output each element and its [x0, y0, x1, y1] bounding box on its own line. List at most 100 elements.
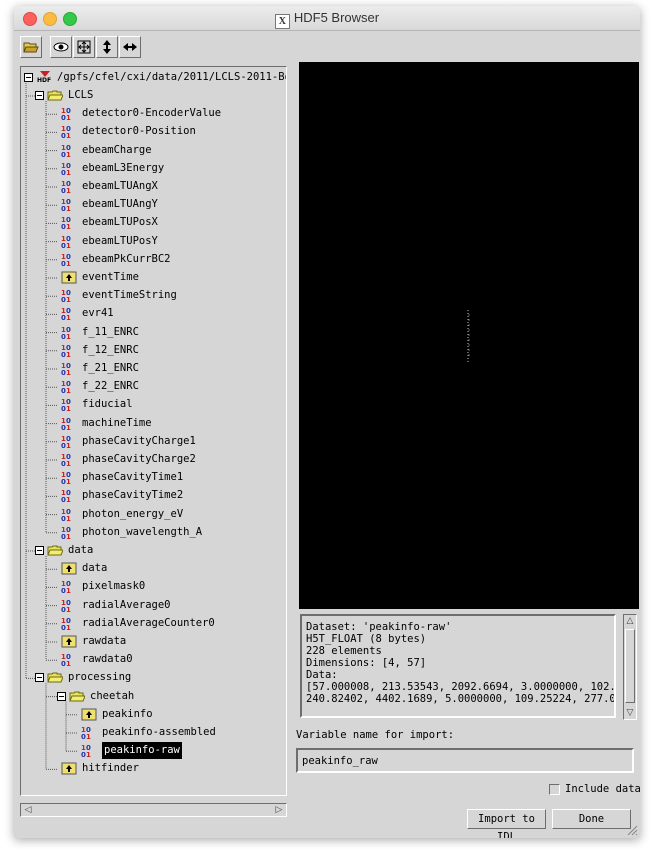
dataset-info-text: Dataset: 'peakinfo-raw' H5T_FLOAT (8 byte…	[300, 614, 616, 718]
dataset-icon: 1 00 1	[61, 198, 71, 212]
tree-node-label: ebeamCharge	[82, 143, 152, 156]
tree-node-label: phaseCavityCharge1	[82, 434, 196, 447]
svg-text:HDF: HDF	[37, 77, 51, 84]
tree-node-label: data	[82, 562, 108, 575]
dataset-icon: 1 00 1	[61, 617, 71, 631]
dataset-icon: 1 00 1	[61, 253, 71, 267]
tree-node-label: ebeamPkCurrBC2	[82, 252, 171, 265]
tree-node-label: ebeamL3Energy	[82, 161, 165, 174]
dataset-icon: 1 00 1	[61, 580, 71, 594]
open-file-button[interactable]	[20, 36, 42, 58]
tree-node-label: peakinfo-assembled	[102, 726, 216, 738]
tree-node-label: photon_wavelength_A	[82, 525, 203, 538]
include-data-label: Include data	[565, 783, 640, 795]
svg-text:1: 1	[66, 606, 71, 613]
tree-node-label: peakinfo-raw	[102, 742, 182, 760]
svg-text:1: 1	[66, 314, 71, 321]
done-button[interactable]: Done	[552, 809, 631, 829]
dataset-icon: 1 00 1	[61, 508, 71, 522]
window-title-wrap: X HDF5 Browser	[14, 10, 640, 29]
eye-icon	[53, 42, 69, 52]
open-folder-icon	[23, 42, 39, 53]
collapse-toggle-icon[interactable]	[35, 546, 45, 556]
view-button[interactable]	[50, 36, 72, 58]
svg-text:1: 1	[66, 587, 71, 594]
dataset-icon: 1 00 1	[61, 144, 71, 158]
dataset-icon: 1 00 1	[81, 726, 91, 740]
info-vertical-scrollbar[interactable]: △ ▽	[623, 614, 637, 720]
scroll-down-icon[interactable]: ▽	[625, 708, 635, 718]
resize-grip-icon[interactable]	[626, 824, 638, 836]
tree-node-label: eventTimeString	[82, 289, 177, 302]
move-vertical-button[interactable]	[96, 36, 118, 58]
dataset-icon: 1 00 1	[61, 307, 71, 321]
tree-node-label: eventTime	[82, 271, 139, 283]
svg-text:1: 1	[66, 460, 71, 467]
folder-icon	[47, 545, 63, 556]
svg-text:1: 1	[66, 333, 71, 340]
tree-node-label: f_22_ENRC	[82, 380, 139, 393]
checkbox-box[interactable]	[549, 784, 560, 795]
hdf5-browser-window: X HDF5 Browser HDF /gpfs/cfel/cxi/data/2…	[14, 6, 640, 838]
dataset-icon: 1 00 1	[61, 489, 71, 503]
collapse-toggle-icon[interactable]	[35, 673, 45, 683]
dataset-icon: 1 00 1	[61, 125, 71, 139]
tree-node-label: f_12_ENRC	[82, 343, 139, 356]
svg-text:1: 1	[66, 624, 71, 631]
svg-text:1: 1	[66, 496, 71, 503]
tree-node-label: detector0-Position	[82, 125, 196, 138]
scroll-up-icon[interactable]: △	[625, 616, 635, 626]
svg-text:1: 1	[66, 132, 71, 139]
dataset-icon: 1 00 1	[61, 107, 71, 121]
import-to-idl-button[interactable]: Import to IDL	[467, 809, 546, 838]
compound-dataset-icon	[61, 635, 77, 648]
svg-text:1: 1	[66, 151, 71, 158]
dataset-icon: 1 00 1	[61, 435, 71, 449]
scrollbar-thumb[interactable]	[625, 629, 635, 703]
dataset-icon: 1 00 1	[81, 744, 91, 758]
svg-text:1: 1	[66, 169, 71, 176]
dataset-icon: 1 00 1	[61, 344, 71, 358]
preview-plot	[467, 310, 470, 362]
tree-node-label: hitfinder	[82, 762, 139, 775]
scroll-right-icon[interactable]: ▷	[274, 805, 284, 815]
tree-node-label: ebeamLTUAngX	[82, 180, 158, 192]
tree-node-label: phaseCavityCharge2	[82, 453, 196, 465]
dataset-icon: 1 00 1	[61, 471, 71, 485]
variable-name-input[interactable]	[296, 748, 634, 773]
tree-node-label: ebeamLTUAngY	[82, 198, 158, 211]
tree-horizontal-scrollbar[interactable]: ◁ ▷	[20, 803, 287, 817]
tree-node-label: f_21_ENRC	[82, 362, 139, 374]
fit-icon	[77, 40, 91, 54]
dataset-icon: 1 00 1	[61, 180, 71, 194]
move-vertical-icon	[103, 40, 111, 54]
window-title: HDF5 Browser	[293, 10, 380, 25]
tree-node-label: rawdata0	[82, 653, 133, 666]
scroll-left-icon[interactable]: ◁	[23, 805, 33, 815]
svg-text:1: 1	[66, 369, 71, 376]
dataset-icon: 1 00 1	[61, 417, 71, 431]
dataset-icon: 1 00 1	[61, 289, 71, 303]
file-tree-panel[interactable]: HDF /gpfs/cfel/cxi/data/2011/LCLS-2011-B…	[20, 66, 287, 796]
fit-button[interactable]	[73, 36, 95, 58]
move-horizontal-button[interactable]	[119, 36, 141, 58]
tree-node-label: cheetah	[90, 689, 135, 702]
image-preview-area[interactable]	[299, 62, 639, 609]
dataset-icon: 1 00 1	[61, 362, 71, 376]
move-horizontal-icon	[123, 43, 137, 51]
info-line: Dataset: 'peakinfo-raw'	[306, 621, 452, 633]
svg-text:1: 1	[66, 424, 71, 431]
dataset-icon: 1 00 1	[61, 653, 71, 667]
tree-node-label: data	[68, 544, 94, 556]
variable-name-label: Variable name for import:	[296, 729, 455, 741]
tree-node-label: ebeamLTUPosY	[82, 234, 158, 247]
title-bar: X HDF5 Browser	[14, 6, 640, 31]
x11-icon: X	[274, 14, 290, 29]
tree-node-label: machineTime	[82, 416, 152, 429]
collapse-toggle-icon[interactable]	[35, 91, 45, 101]
info-line: Data:	[306, 669, 338, 681]
svg-text:1: 1	[66, 205, 71, 212]
collapse-toggle-icon[interactable]	[57, 691, 67, 702]
dataset-icon: 1 00 1	[61, 162, 71, 176]
tree-node-label: photon_energy_eV	[82, 507, 184, 520]
